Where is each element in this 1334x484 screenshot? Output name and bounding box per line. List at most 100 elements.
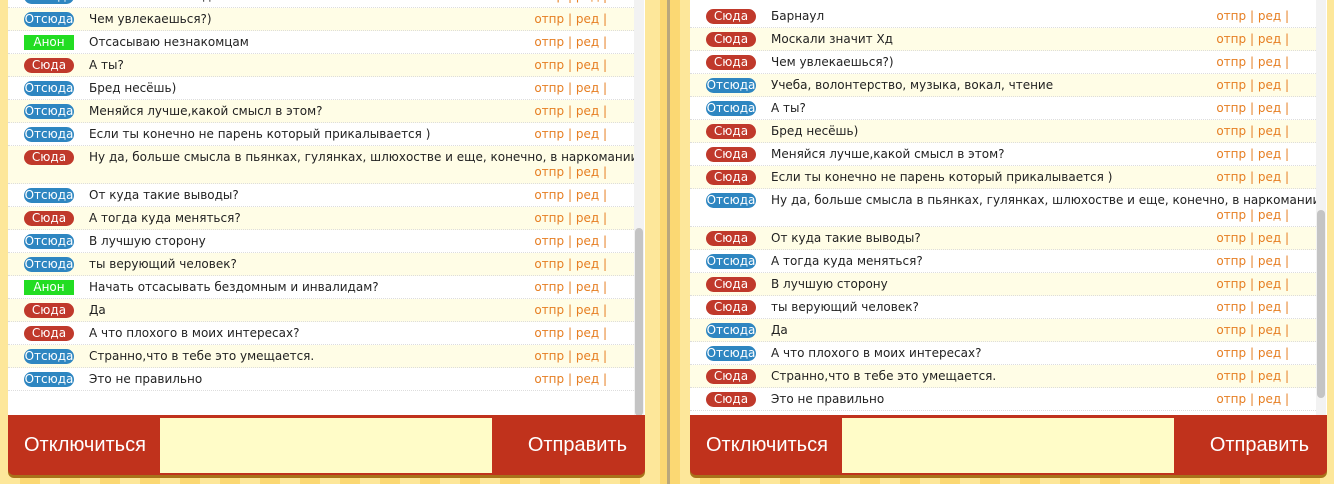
edit-link[interactable]: ред xyxy=(576,211,599,225)
send-link[interactable]: отпр xyxy=(1216,170,1246,184)
send-link[interactable]: отпр xyxy=(534,211,564,225)
send-link[interactable]: отпр xyxy=(1216,231,1246,245)
sender-badge: Сюда xyxy=(706,369,756,384)
action-separator: | xyxy=(1249,147,1254,161)
edit-link[interactable]: ред xyxy=(576,12,599,26)
edit-link[interactable]: ред xyxy=(1258,78,1281,92)
send-link[interactable]: отпр xyxy=(534,35,564,49)
edit-link[interactable]: ред xyxy=(576,349,599,363)
message-actions: отпр | ред | xyxy=(1216,32,1289,47)
disconnect-button[interactable]: Отключиться xyxy=(24,415,146,475)
edit-link[interactable]: ред xyxy=(576,372,599,386)
message-row: Отсюда Да отпр | ред | xyxy=(690,319,1316,342)
edit-link[interactable]: ред xyxy=(576,104,599,118)
message-text: Да xyxy=(89,303,106,317)
edit-link[interactable]: ред xyxy=(576,280,599,294)
send-link[interactable]: отпр xyxy=(534,165,564,179)
edit-link[interactable]: ред xyxy=(576,58,599,72)
edit-link[interactable]: ред xyxy=(1258,124,1281,138)
edit-link[interactable]: ред xyxy=(576,257,599,271)
send-link[interactable]: отпр xyxy=(534,372,564,386)
message-row: Сюда Ну да, больше смысла в пьянках, гуля… xyxy=(8,146,638,184)
edit-link[interactable]: ред xyxy=(576,127,599,141)
message-list: Сюда Барнаул отпр | ред | Сюда Москали значи… xyxy=(690,0,1327,415)
send-link[interactable]: отпр xyxy=(534,257,564,271)
send-link[interactable]: отпр xyxy=(1216,9,1246,23)
action-separator: | xyxy=(567,58,572,72)
send-link[interactable]: отпр xyxy=(534,0,564,3)
send-link[interactable]: отпр xyxy=(534,303,564,317)
edit-link[interactable]: ред xyxy=(576,326,599,340)
scrollbar[interactable] xyxy=(634,0,644,415)
edit-link[interactable]: ред xyxy=(576,188,599,202)
action-separator: | xyxy=(567,211,572,225)
edit-link[interactable]: ред xyxy=(1258,369,1281,383)
send-link[interactable]: отпр xyxy=(534,280,564,294)
send-button[interactable]: Отправить xyxy=(1210,415,1309,475)
edit-link[interactable]: ред xyxy=(576,35,599,49)
send-link[interactable]: отпр xyxy=(1216,101,1246,115)
edit-link[interactable]: ред xyxy=(1258,277,1281,291)
send-link[interactable]: отпр xyxy=(534,234,564,248)
action-separator: | xyxy=(602,234,607,248)
disconnect-button[interactable]: Отключиться xyxy=(706,415,828,475)
edit-link[interactable]: ред xyxy=(1258,208,1281,222)
edit-link[interactable]: ред xyxy=(576,303,599,317)
message-actions: отпр | ред | xyxy=(1216,254,1289,269)
edit-link[interactable]: ред xyxy=(576,234,599,248)
edit-link[interactable]: ред xyxy=(576,165,599,179)
send-link[interactable]: отпр xyxy=(534,188,564,202)
send-link[interactable]: отпр xyxy=(1216,369,1246,383)
message-row: Отсюда От куда такие выводы? отпр | ред | xyxy=(8,184,634,207)
edit-link[interactable]: ред xyxy=(1258,55,1281,69)
send-link[interactable]: отпр xyxy=(1216,78,1246,92)
edit-link[interactable]: ред xyxy=(1258,9,1281,23)
send-link[interactable]: отпр xyxy=(534,349,564,363)
send-link[interactable]: отпр xyxy=(1216,208,1246,222)
message-row: Сюда Барнаул отпр | ред | xyxy=(690,5,1316,28)
send-link[interactable]: отпр xyxy=(534,58,564,72)
action-separator: | xyxy=(602,211,607,225)
message-row: Отсюда Учеба, волонтерство, музыка, вокал… xyxy=(690,74,1316,97)
send-link[interactable]: отпр xyxy=(1216,346,1246,360)
edit-link[interactable]: ред xyxy=(576,81,599,95)
send-link[interactable]: отпр xyxy=(534,81,564,95)
send-link[interactable]: отпр xyxy=(1216,124,1246,138)
edit-link[interactable]: ред xyxy=(1258,323,1281,337)
scrollbar-thumb[interactable] xyxy=(1317,210,1325,398)
edit-link[interactable]: ред xyxy=(1258,170,1281,184)
edit-link[interactable]: ред xyxy=(1258,231,1281,245)
send-link[interactable]: отпр xyxy=(1216,392,1246,406)
edit-link[interactable]: ред xyxy=(1258,300,1281,314)
message-text: Отсасываю незнакомцам xyxy=(89,35,249,49)
send-button[interactable]: Отправить xyxy=(528,415,627,475)
edit-link[interactable]: ред xyxy=(1258,392,1281,406)
send-link[interactable]: отпр xyxy=(1216,277,1246,291)
edit-link[interactable]: ред xyxy=(1258,101,1281,115)
send-link[interactable]: отпр xyxy=(534,12,564,26)
action-separator: | xyxy=(1249,392,1254,406)
edit-link[interactable]: ред xyxy=(576,0,599,3)
message-actions: отпр | ред | xyxy=(534,326,607,341)
scrollbar[interactable] xyxy=(1316,0,1326,415)
edit-link[interactable]: ред xyxy=(1258,254,1281,268)
send-link[interactable]: отпр xyxy=(1216,300,1246,314)
send-link[interactable]: отпр xyxy=(534,127,564,141)
send-link[interactable]: отпр xyxy=(1216,254,1246,268)
sender-badge: Отсюда xyxy=(706,193,756,208)
action-separator: | xyxy=(567,12,572,26)
message-actions: отпр | ред | xyxy=(1216,300,1289,315)
message-input[interactable] xyxy=(842,418,1174,473)
edit-link[interactable]: ред xyxy=(1258,346,1281,360)
message-text: ты верующий человек? xyxy=(89,257,237,271)
send-link[interactable]: отпр xyxy=(1216,147,1246,161)
send-link[interactable]: отпр xyxy=(1216,323,1246,337)
send-link[interactable]: отпр xyxy=(1216,32,1246,46)
scrollbar-thumb[interactable] xyxy=(635,228,643,415)
send-link[interactable]: отпр xyxy=(534,326,564,340)
edit-link[interactable]: ред xyxy=(1258,147,1281,161)
edit-link[interactable]: ред xyxy=(1258,32,1281,46)
send-link[interactable]: отпр xyxy=(1216,55,1246,69)
send-link[interactable]: отпр xyxy=(534,104,564,118)
message-input[interactable] xyxy=(160,418,492,473)
